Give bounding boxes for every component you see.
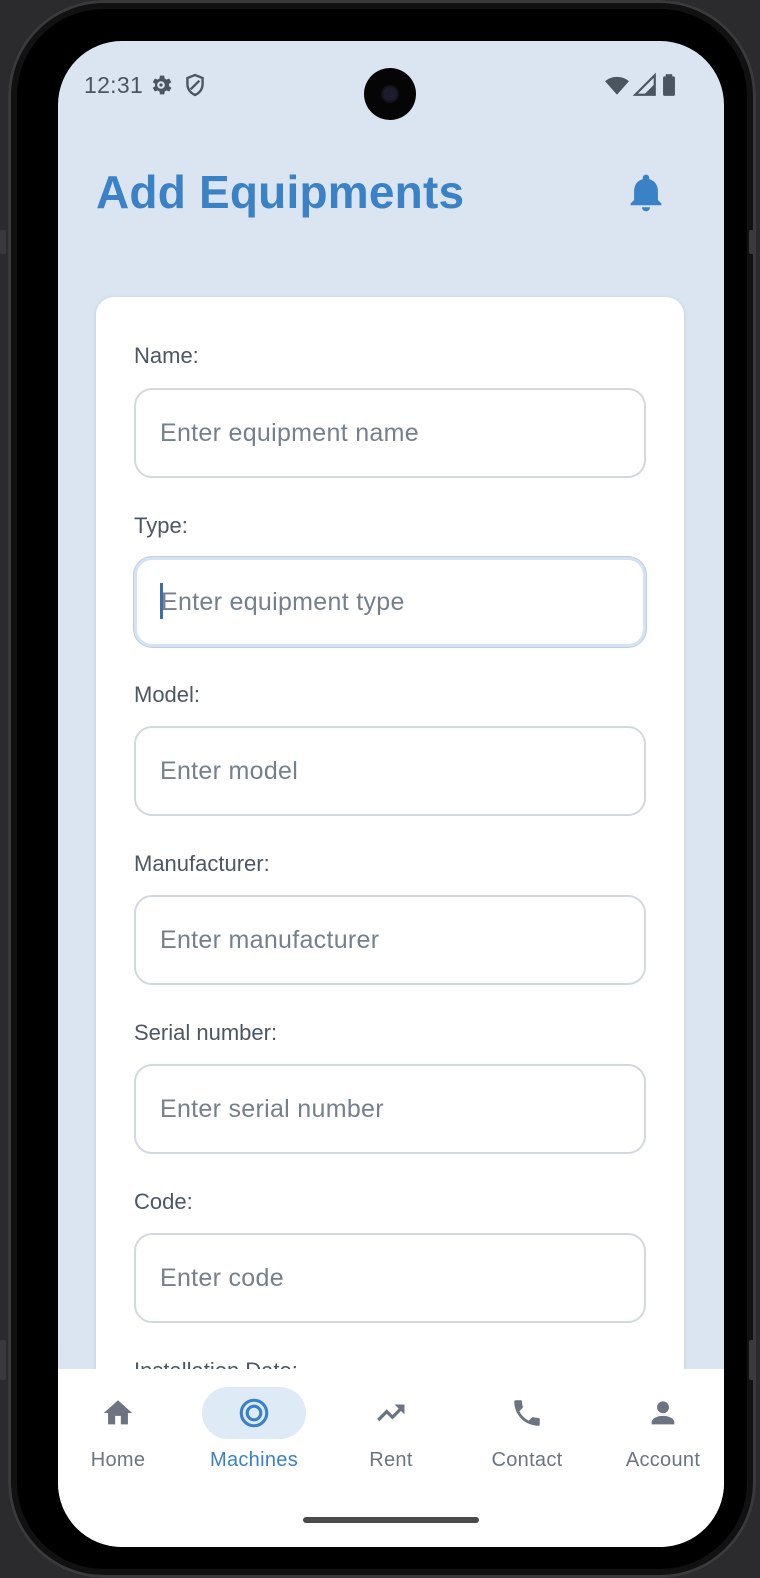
serial-number-label: Serial number: bbox=[134, 1020, 278, 1045]
type-input[interactable] bbox=[134, 557, 646, 647]
status-bar: 12:31 bbox=[58, 41, 724, 131]
code-input[interactable] bbox=[134, 1233, 646, 1323]
text-cursor bbox=[160, 583, 163, 619]
target-icon bbox=[239, 1398, 269, 1428]
side-button bbox=[0, 230, 6, 254]
status-time: 12:31 bbox=[84, 72, 144, 98]
trending-up-icon bbox=[377, 1404, 405, 1422]
home-indicator[interactable] bbox=[303, 1517, 479, 1523]
side-button bbox=[0, 1340, 6, 1380]
app-screen: 12:31 Add Equipments Name: Type: Model: bbox=[58, 41, 724, 1547]
nav-item-rent[interactable]: Rent bbox=[331, 1387, 451, 1497]
front-camera bbox=[364, 68, 416, 120]
wifi-icon bbox=[605, 76, 629, 95]
home-icon bbox=[103, 1400, 133, 1425]
phone-icon bbox=[514, 1400, 540, 1426]
side-button bbox=[749, 230, 755, 254]
manufacturer-label: Manufacturer: bbox=[134, 851, 270, 876]
nav-label-home: Home bbox=[90, 1449, 146, 1471]
battery-icon bbox=[663, 74, 675, 96]
side-button bbox=[749, 1340, 755, 1380]
shield-icon bbox=[186, 73, 204, 97]
nav-item-contact[interactable]: Contact bbox=[467, 1387, 587, 1497]
person-icon bbox=[651, 1401, 675, 1425]
name-label: Name: bbox=[134, 343, 199, 368]
page-title: Add Equipments bbox=[96, 166, 465, 218]
nav-item-account[interactable]: Account bbox=[603, 1387, 723, 1497]
manufacturer-input[interactable] bbox=[134, 895, 646, 985]
bell-icon[interactable] bbox=[624, 171, 668, 215]
nav-label-rent: Rent bbox=[369, 1449, 413, 1471]
serial-number-input[interactable] bbox=[134, 1064, 646, 1154]
equipment-form-card: Name: Type: Model: Manufacturer: Serial … bbox=[96, 297, 684, 1497]
nav-label-account: Account bbox=[625, 1449, 701, 1471]
model-input[interactable] bbox=[134, 726, 646, 816]
settings-icon bbox=[152, 75, 172, 95]
name-input[interactable] bbox=[134, 388, 646, 478]
nav-item-home[interactable]: Home bbox=[58, 1387, 178, 1497]
nav-item-machines[interactable]: Machines bbox=[194, 1387, 314, 1497]
signal-icon bbox=[632, 72, 656, 96]
nav-label-contact: Contact bbox=[491, 1449, 563, 1471]
nav-label-machines: Machines bbox=[210, 1449, 298, 1471]
code-label: Code: bbox=[134, 1189, 193, 1214]
type-label: Type: bbox=[134, 513, 188, 538]
model-label: Model: bbox=[134, 682, 201, 707]
